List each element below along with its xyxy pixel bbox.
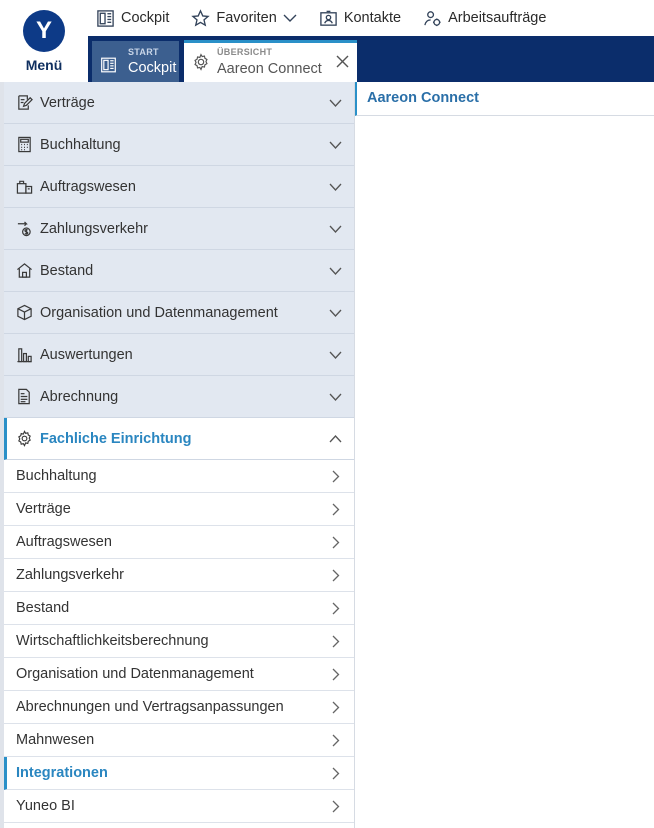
sidebar-subitem-yuneo-bi[interactable]: Yuneo BI bbox=[4, 790, 354, 823]
tab-label: Cockpit bbox=[128, 60, 177, 76]
chevron-down-icon bbox=[329, 225, 342, 233]
quicklink-label: Kontakte bbox=[343, 10, 402, 26]
sidebar-group-buchhaltung[interactable]: Buchhaltung bbox=[4, 124, 354, 166]
sidebar-subitem-buchhaltung[interactable]: Buchhaltung bbox=[4, 460, 354, 493]
cockpit-icon bbox=[101, 57, 116, 73]
sidebar-subitem-label: Wirtschaftlichkeitsberechnung bbox=[16, 633, 209, 649]
content-header: Aareon Connect bbox=[355, 82, 654, 116]
chevron-right-icon bbox=[332, 800, 340, 813]
sidebar-subitem-auftragswesen[interactable]: Auftragswesen bbox=[4, 526, 354, 559]
bar-chart-icon bbox=[17, 348, 32, 363]
gear-icon bbox=[18, 430, 31, 447]
sidebar-subitem-organisation[interactable]: Organisation und Datenmanagement bbox=[4, 658, 354, 691]
menu-label: Menü bbox=[25, 57, 63, 73]
quicklink-label: Arbeitsaufträge bbox=[448, 10, 547, 26]
quicklink-favoriten[interactable]: Favoriten bbox=[191, 0, 297, 36]
tab-label: Aareon Connect bbox=[217, 61, 322, 77]
star-icon bbox=[191, 8, 211, 27]
chevron-right-icon bbox=[332, 668, 340, 681]
sidebar-group-organisation[interactable]: Organisation und Datenmanagement bbox=[4, 292, 354, 334]
chevron-down-icon bbox=[329, 99, 342, 107]
quicklink-cockpit[interactable]: Cockpit bbox=[96, 0, 169, 36]
house-icon bbox=[17, 263, 32, 278]
sidebar-subitem-label: Auftragswesen bbox=[16, 534, 112, 550]
tab-aareon-connect[interactable]: ÜBERSICHT Aareon Connect bbox=[184, 40, 357, 82]
chevron-right-icon bbox=[332, 503, 340, 516]
contact-card-icon bbox=[320, 10, 337, 26]
sidebar-group-label: Organisation und Datenmanagement bbox=[40, 305, 278, 321]
sidebar-group-label: Buchhaltung bbox=[40, 137, 121, 153]
chevron-down-icon bbox=[329, 267, 342, 275]
sidebar-subitem-label: Organisation und Datenmanagement bbox=[16, 666, 254, 682]
user-task-icon bbox=[424, 10, 441, 26]
chevron-down-icon bbox=[329, 393, 342, 401]
sidebar-group-fachliche-einrichtung[interactable]: Fachliche Einrichtung bbox=[4, 418, 354, 460]
billing-doc-icon bbox=[18, 388, 30, 405]
chevron-down-icon bbox=[329, 183, 342, 191]
close-icon[interactable] bbox=[336, 55, 349, 68]
chevron-right-icon bbox=[332, 767, 340, 780]
chevron-down-icon bbox=[329, 141, 342, 149]
menu-button[interactable]: Y Menü bbox=[0, 0, 88, 82]
sidebar-subitem-label: Bestand bbox=[16, 600, 70, 616]
chevron-right-icon bbox=[332, 602, 340, 615]
calculator-icon bbox=[18, 136, 31, 153]
sidebar-subitem-label: Zahlungsverkehr bbox=[16, 567, 124, 583]
sidebar-subitem-bestand[interactable]: Bestand bbox=[4, 592, 354, 625]
sidebar-subitem-mahnwesen[interactable]: Mahnwesen bbox=[4, 724, 354, 757]
orders-icon bbox=[16, 180, 33, 194]
gear-icon bbox=[194, 53, 208, 71]
quicklink-arbeitsauftraege[interactable]: Arbeitsaufträge bbox=[423, 0, 546, 36]
chevron-down-icon bbox=[329, 351, 342, 359]
sidebar-group-auftragswesen[interactable]: Auftragswesen bbox=[4, 166, 354, 208]
sidebar-group-label: Verträge bbox=[40, 95, 95, 111]
chevron-right-icon bbox=[332, 470, 340, 483]
quicklinks-bar: Cockpit Favoriten Kontakte Arbeitsaufträ… bbox=[96, 0, 568, 36]
cockpit-icon bbox=[97, 9, 114, 27]
sidebar-group-zahlungsverkehr[interactable]: Zahlungsverkehr bbox=[4, 208, 354, 250]
top-header: Y Menü Cockpit Favoriten Kontakte Arbeit… bbox=[0, 0, 654, 82]
chevron-down-icon bbox=[329, 309, 342, 317]
sidebar-group-label: Auftragswesen bbox=[40, 179, 136, 195]
sidebar-group-abrechnung[interactable]: Abrechnung bbox=[4, 376, 354, 418]
quicklink-label: Cockpit bbox=[121, 10, 170, 26]
sidebar-group-label: Bestand bbox=[40, 263, 94, 279]
chevron-right-icon bbox=[332, 701, 340, 714]
sidebar-subitem-label: Mahnwesen bbox=[16, 732, 95, 748]
sidebar-group-auswertungen[interactable]: Auswertungen bbox=[4, 334, 354, 376]
page-title: Aareon Connect bbox=[367, 90, 479, 106]
sidebar-subitem-integrationen[interactable]: Integrationen bbox=[4, 757, 354, 790]
cube-icon bbox=[17, 304, 32, 321]
sidebar-subitem-label: Verträge bbox=[16, 501, 71, 517]
sidebar-group-label: Auswertungen bbox=[40, 347, 133, 363]
tab-overline: ÜBERSICHT bbox=[217, 47, 273, 57]
sidebar-subitem-zahlungsverkehr[interactable]: Zahlungsverkehr bbox=[4, 559, 354, 592]
sidebar-group-label: Fachliche Einrichtung bbox=[40, 431, 192, 447]
sidebar-subitem-label: Integrationen bbox=[16, 765, 108, 781]
payment-icon bbox=[17, 221, 31, 237]
sidebar-subitem-label: Abrechnungen und Vertragsanpassungen bbox=[16, 699, 284, 715]
chevron-right-icon bbox=[332, 569, 340, 582]
sidebar-subitem-label: Buchhaltung bbox=[16, 468, 97, 484]
chevron-down-icon bbox=[283, 14, 297, 22]
sidebar-group-label: Zahlungsverkehr bbox=[40, 221, 148, 237]
quicklink-kontakte[interactable]: Kontakte bbox=[319, 0, 401, 36]
app-logo: Y bbox=[23, 10, 65, 52]
chevron-right-icon bbox=[332, 734, 340, 747]
chevron-up-icon bbox=[329, 435, 342, 443]
sidebar-group-label: Abrechnung bbox=[40, 389, 119, 405]
sidebar-subitem-label: Yuneo BI bbox=[16, 798, 75, 814]
quicklink-label: Favoriten bbox=[216, 10, 277, 26]
chevron-right-icon bbox=[332, 536, 340, 549]
tab-start-cockpit[interactable]: START Cockpit bbox=[92, 41, 179, 82]
sidebar-subitem-abrechnungen[interactable]: Abrechnungen und Vertragsanpassungen bbox=[4, 691, 354, 724]
sidebar-subitem-vertraege[interactable]: Verträge bbox=[4, 493, 354, 526]
tab-strip: START Cockpit ÜBERSICHT Aareon Connect bbox=[88, 36, 654, 82]
sidebar-group-vertraege[interactable]: Verträge bbox=[4, 82, 354, 124]
tab-overline: START bbox=[128, 47, 159, 57]
sidebar-group-bestand[interactable]: Bestand bbox=[4, 250, 354, 292]
sidebar-subitem-wirtschaftlichkeitsberechnung[interactable]: Wirtschaftlichkeitsberechnung bbox=[4, 625, 354, 658]
contract-edit-icon bbox=[18, 95, 33, 110]
chevron-right-icon bbox=[332, 635, 340, 648]
